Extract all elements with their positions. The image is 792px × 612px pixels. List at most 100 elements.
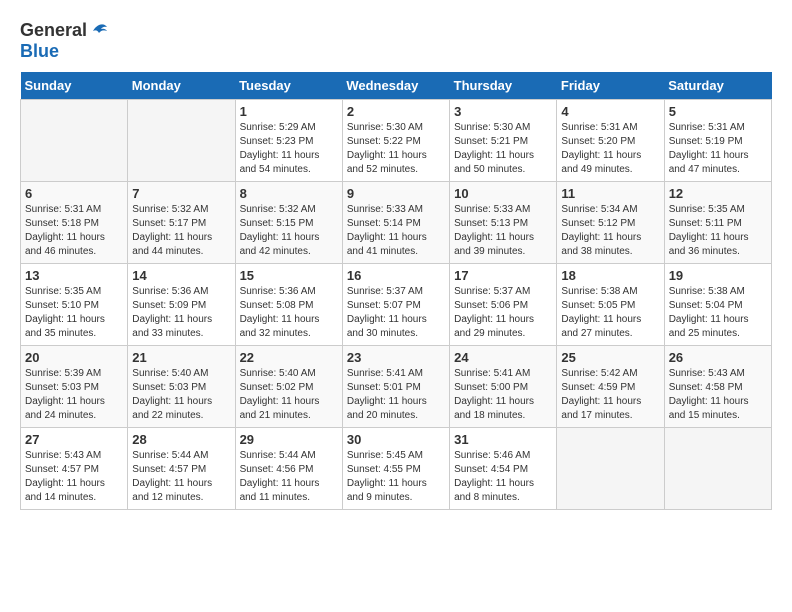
calendar-cell [557,428,664,510]
day-number: 10 [454,186,552,201]
calendar-cell: 10 Sunrise: 5:33 AMSunset: 5:13 PMDayligh… [450,182,557,264]
calendar-table: SundayMondayTuesdayWednesdayThursdayFrid… [20,72,772,510]
day-info: Sunrise: 5:41 AMSunset: 5:00 PMDaylight:… [454,367,552,423]
col-header-sunday: Sunday [21,72,128,100]
day-info: Sunrise: 5:33 AMSunset: 5:13 PMDaylight:… [454,203,552,259]
calendar-cell: 15 Sunrise: 5:36 AMSunset: 5:08 PMDayligh… [235,264,342,346]
calendar-cell: 13Sunrise: 5:35 AMSunset: 5:10 PMDayligh… [21,264,128,346]
day-info: Sunrise: 5:44 AMSunset: 4:56 PMDaylight:… [240,449,338,505]
day-info: Sunrise: 5:37 AMSunset: 5:06 PMDaylight:… [454,285,552,341]
day-info: Sunrise: 5:43 AMSunset: 4:57 PMDaylight:… [25,449,123,505]
calendar-week-row: 1 Sunrise: 5:29 AMSunset: 5:23 PMDaylight… [21,100,772,182]
day-number: 30 [347,432,445,447]
day-info: Sunrise: 5:34 AMSunset: 5:12 PMDaylight:… [561,203,659,259]
day-info: Sunrise: 5:32 AMSunset: 5:17 PMDaylight:… [132,203,230,259]
day-number: 28 [132,432,230,447]
col-header-thursday: Thursday [450,72,557,100]
day-info: Sunrise: 5:31 AMSunset: 5:20 PMDaylight:… [561,121,659,177]
day-number: 3 [454,104,552,119]
day-number: 31 [454,432,552,447]
day-number: 14 [132,268,230,283]
day-info: Sunrise: 5:32 AMSunset: 5:15 PMDaylight:… [240,203,338,259]
day-number: 16 [347,268,445,283]
day-info: Sunrise: 5:31 AMSunset: 5:19 PMDaylight:… [669,121,767,177]
day-number: 27 [25,432,123,447]
calendar-cell: 29 Sunrise: 5:44 AMSunset: 4:56 PMDayligh… [235,428,342,510]
calendar-cell: 26Sunrise: 5:43 AMSunset: 4:58 PMDayligh… [664,346,771,428]
day-info: Sunrise: 5:35 AMSunset: 5:11 PMDaylight:… [669,203,767,259]
day-info: Sunrise: 5:30 AMSunset: 5:21 PMDaylight:… [454,121,552,177]
day-info: Sunrise: 5:46 AMSunset: 4:54 PMDaylight:… [454,449,552,505]
day-info: Sunrise: 5:43 AMSunset: 4:58 PMDaylight:… [669,367,767,423]
day-number: 17 [454,268,552,283]
calendar-cell: 6 Sunrise: 5:31 AMSunset: 5:18 PMDaylight… [21,182,128,264]
day-info: Sunrise: 5:44 AMSunset: 4:57 PMDaylight:… [132,449,230,505]
calendar-cell: 18 Sunrise: 5:38 AMSunset: 5:05 PMDayligh… [557,264,664,346]
calendar-cell: 24 Sunrise: 5:41 AMSunset: 5:00 PMDayligh… [450,346,557,428]
day-number: 2 [347,104,445,119]
calendar-cell: 1 Sunrise: 5:29 AMSunset: 5:23 PMDaylight… [235,100,342,182]
logo-general: General [20,20,87,41]
day-number: 4 [561,104,659,119]
calendar-week-row: 6 Sunrise: 5:31 AMSunset: 5:18 PMDaylight… [21,182,772,264]
day-number: 9 [347,186,445,201]
col-header-friday: Friday [557,72,664,100]
calendar-cell: 8 Sunrise: 5:32 AMSunset: 5:15 PMDaylight… [235,182,342,264]
day-number: 24 [454,350,552,365]
calendar-cell: 11Sunrise: 5:34 AMSunset: 5:12 PMDayligh… [557,182,664,264]
col-header-saturday: Saturday [664,72,771,100]
day-number: 29 [240,432,338,447]
calendar-cell: 12 Sunrise: 5:35 AMSunset: 5:11 PMDayligh… [664,182,771,264]
day-number: 18 [561,268,659,283]
day-info: Sunrise: 5:41 AMSunset: 5:01 PMDaylight:… [347,367,445,423]
day-number: 6 [25,186,123,201]
calendar-cell: 3 Sunrise: 5:30 AMSunset: 5:21 PMDaylight… [450,100,557,182]
calendar-week-row: 20 Sunrise: 5:39 AMSunset: 5:03 PMDayligh… [21,346,772,428]
calendar-cell: 27 Sunrise: 5:43 AMSunset: 4:57 PMDayligh… [21,428,128,510]
calendar-cell: 31 Sunrise: 5:46 AMSunset: 4:54 PMDayligh… [450,428,557,510]
day-info: Sunrise: 5:36 AMSunset: 5:08 PMDaylight:… [240,285,338,341]
calendar-cell: 30 Sunrise: 5:45 AMSunset: 4:55 PMDayligh… [342,428,449,510]
day-info: Sunrise: 5:31 AMSunset: 5:18 PMDaylight:… [25,203,123,259]
col-header-wednesday: Wednesday [342,72,449,100]
calendar-cell [664,428,771,510]
calendar-week-row: 27 Sunrise: 5:43 AMSunset: 4:57 PMDayligh… [21,428,772,510]
day-info: Sunrise: 5:40 AMSunset: 5:03 PMDaylight:… [132,367,230,423]
day-info: Sunrise: 5:38 AMSunset: 5:05 PMDaylight:… [561,285,659,341]
calendar-cell: 16 Sunrise: 5:37 AMSunset: 5:07 PMDayligh… [342,264,449,346]
day-number: 19 [669,268,767,283]
calendar-cell: 9 Sunrise: 5:33 AMSunset: 5:14 PMDaylight… [342,182,449,264]
calendar-cell: 7Sunrise: 5:32 AMSunset: 5:17 PMDaylight… [128,182,235,264]
day-number: 13 [25,268,123,283]
calendar-week-row: 13Sunrise: 5:35 AMSunset: 5:10 PMDayligh… [21,264,772,346]
day-number: 21 [132,350,230,365]
page-header: General Blue [20,20,772,62]
calendar-cell: 5Sunrise: 5:31 AMSunset: 5:19 PMDaylight… [664,100,771,182]
day-info: Sunrise: 5:45 AMSunset: 4:55 PMDaylight:… [347,449,445,505]
logo-blue: Blue [20,41,59,62]
calendar-header-row: SundayMondayTuesdayWednesdayThursdayFrid… [21,72,772,100]
day-info: Sunrise: 5:40 AMSunset: 5:02 PMDaylight:… [240,367,338,423]
day-number: 23 [347,350,445,365]
day-number: 15 [240,268,338,283]
calendar-cell: 20 Sunrise: 5:39 AMSunset: 5:03 PMDayligh… [21,346,128,428]
calendar-cell: 28 Sunrise: 5:44 AMSunset: 4:57 PMDayligh… [128,428,235,510]
day-info: Sunrise: 5:33 AMSunset: 5:14 PMDaylight:… [347,203,445,259]
calendar-cell: 4 Sunrise: 5:31 AMSunset: 5:20 PMDaylight… [557,100,664,182]
col-header-tuesday: Tuesday [235,72,342,100]
calendar-cell: 25Sunrise: 5:42 AMSunset: 4:59 PMDayligh… [557,346,664,428]
day-number: 8 [240,186,338,201]
day-number: 20 [25,350,123,365]
day-number: 12 [669,186,767,201]
day-info: Sunrise: 5:39 AMSunset: 5:03 PMDaylight:… [25,367,123,423]
day-number: 1 [240,104,338,119]
calendar-cell [21,100,128,182]
day-info: Sunrise: 5:29 AMSunset: 5:23 PMDaylight:… [240,121,338,177]
calendar-cell [128,100,235,182]
col-header-monday: Monday [128,72,235,100]
day-info: Sunrise: 5:37 AMSunset: 5:07 PMDaylight:… [347,285,445,341]
calendar-cell: 14 Sunrise: 5:36 AMSunset: 5:09 PMDayligh… [128,264,235,346]
day-number: 25 [561,350,659,365]
day-info: Sunrise: 5:36 AMSunset: 5:09 PMDaylight:… [132,285,230,341]
calendar-cell: 19Sunrise: 5:38 AMSunset: 5:04 PMDayligh… [664,264,771,346]
